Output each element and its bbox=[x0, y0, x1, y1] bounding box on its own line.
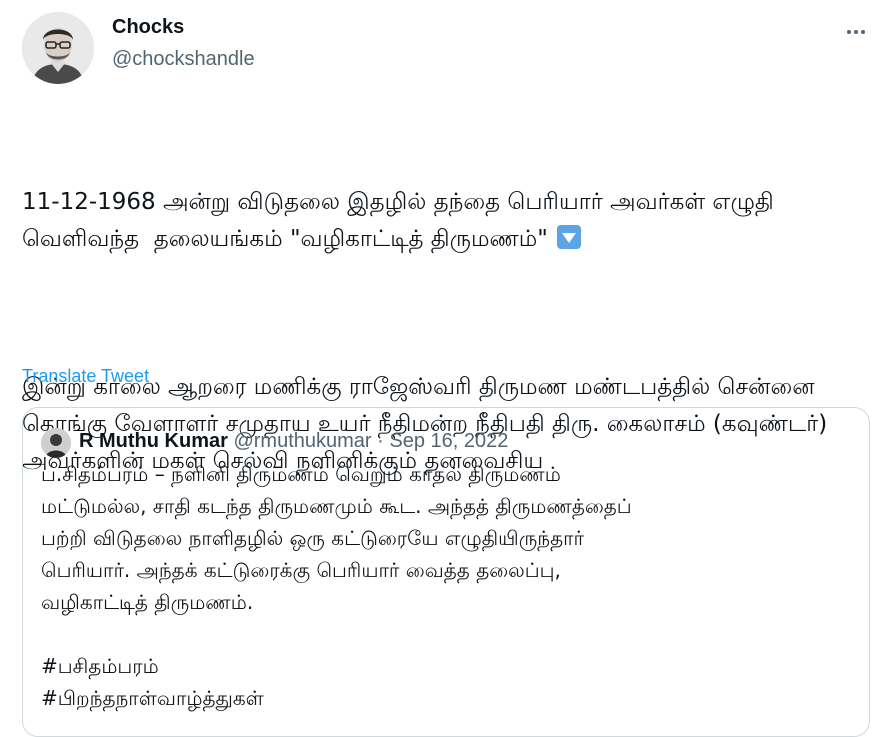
quote-line: ப.சிதம்பரம் – நளினி திருமணம் வெறும் காதல… bbox=[41, 462, 561, 486]
quote-date: Sep 16, 2022 bbox=[389, 430, 509, 452]
tweet: Chocks @chockshandle 11-12-1968 அன்று வி… bbox=[0, 0, 880, 737]
down-arrow-button-icon bbox=[557, 225, 582, 249]
quote-author-handle: @rmuthukumar bbox=[233, 430, 372, 452]
quote-spacer bbox=[41, 618, 851, 650]
tweet-line-1: 11-12-1968 அன்று விடுதலை இதழில் தந்தை பெ… bbox=[22, 189, 782, 252]
quote-author-avatar bbox=[41, 428, 71, 458]
quote-text: ப.சிதம்பரம் – நளினி திருமணம் வெறும் காதல… bbox=[41, 458, 851, 714]
author-name[interactable]: Chocks bbox=[112, 16, 184, 39]
ellipsis-icon bbox=[847, 30, 851, 34]
quote-author-name: R Muthu Kumar bbox=[79, 430, 228, 452]
quote-line: வழிகாட்டித் திருமணம். bbox=[41, 590, 254, 614]
quote-line: பற்றி விடுதலை நாளிதழில் ஒரு கட்டுரையே எழ… bbox=[41, 526, 584, 550]
quote-line: மட்டுமல்ல, சாதி கடந்த திருமணமும் கூட. அந… bbox=[41, 494, 632, 518]
ellipsis-dot bbox=[854, 30, 858, 34]
quote-separator: · bbox=[377, 430, 384, 452]
translate-tweet-link[interactable]: Translate Tweet bbox=[22, 366, 149, 387]
person-portrait-icon bbox=[22, 12, 94, 84]
more-options-button[interactable] bbox=[838, 18, 874, 46]
tweet-paragraph-1: 11-12-1968 அன்று விடுதலை இதழில் தந்தை பெ… bbox=[22, 184, 862, 258]
quote-line: பெரியார். அந்தக் கட்டுரைக்கு பெரியார் வை… bbox=[41, 558, 561, 582]
author-handle[interactable]: @chockshandle bbox=[112, 48, 255, 71]
quote-hashtag[interactable]: #பிறந்தநாள்வாழ்த்துகள் bbox=[41, 682, 851, 714]
author-avatar[interactable] bbox=[22, 12, 94, 84]
quote-header: R Muthu Kumar @rmuthukumar · Sep 16, 202… bbox=[79, 430, 508, 453]
ellipsis-dot bbox=[861, 30, 865, 34]
quote-hashtag[interactable]: #பசிதம்பரம் bbox=[41, 650, 851, 682]
person-portrait-icon bbox=[41, 428, 71, 458]
quoted-tweet-card[interactable]: R Muthu Kumar @rmuthukumar · Sep 16, 202… bbox=[22, 407, 870, 737]
